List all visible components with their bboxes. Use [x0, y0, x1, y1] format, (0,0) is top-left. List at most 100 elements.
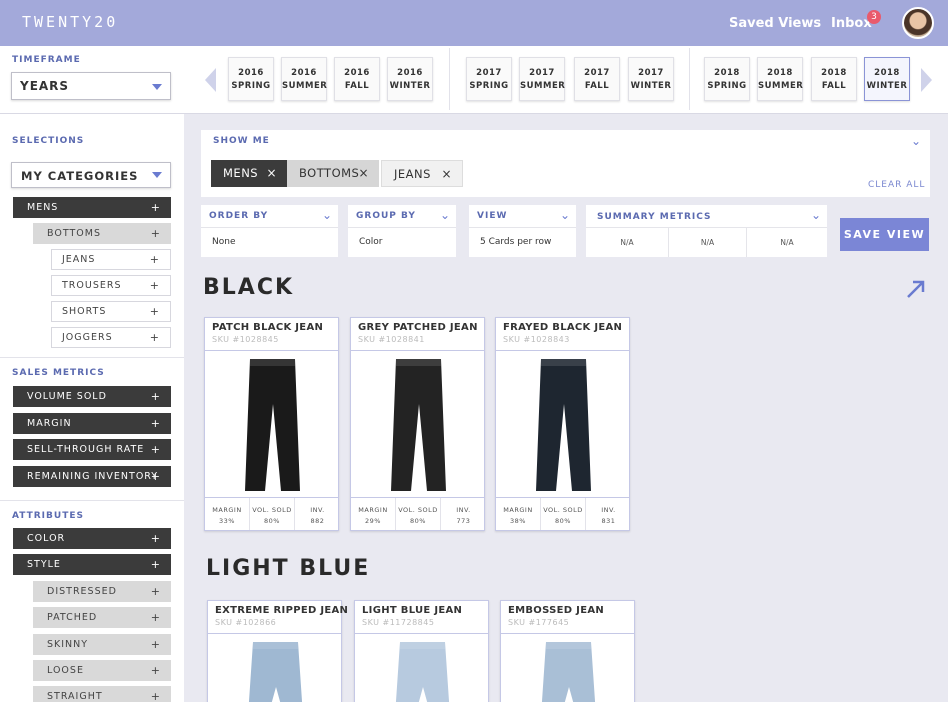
- style-straight[interactable]: STRAIGHT +: [33, 686, 171, 702]
- season-button[interactable]: 2017 FALL: [574, 57, 620, 101]
- timeframe-select-value: YEARS: [20, 79, 70, 93]
- season-button[interactable]: 2018 SUMMER: [757, 57, 803, 101]
- plus-icon[interactable]: +: [151, 466, 161, 487]
- expand-arrow-icon[interactable]: [905, 278, 927, 300]
- inbox-link[interactable]: Inbox: [831, 16, 872, 31]
- plus-icon[interactable]: +: [151, 439, 161, 460]
- tree-item-shorts[interactable]: SHORTS +: [51, 301, 171, 322]
- season-button[interactable]: 2018 SPRING: [704, 57, 750, 101]
- metric-margin[interactable]: MARGIN +: [13, 413, 171, 434]
- metric-volume-sold[interactable]: VOLUME SOLD +: [13, 386, 171, 407]
- plus-icon[interactable]: +: [151, 634, 161, 655]
- timeline-prev-arrow-icon[interactable]: [205, 68, 216, 92]
- tree-item-mens[interactable]: MENS +: [13, 197, 171, 218]
- categories-select[interactable]: MY CATEGORIES: [11, 162, 171, 188]
- product-metrics: MARGIN 38% VOL. SOLD 80% INV. 831: [496, 498, 629, 530]
- close-icon[interactable]: ×: [441, 161, 452, 188]
- plus-icon[interactable]: +: [150, 250, 160, 269]
- plus-icon[interactable]: +: [151, 554, 161, 575]
- style-label: SKINNY: [47, 639, 89, 650]
- view-label: VIEW: [477, 211, 508, 221]
- clear-all-link[interactable]: CLEAR ALL: [868, 180, 925, 190]
- metric-remaining-inventory[interactable]: REMAINING INVENTORY +: [13, 466, 171, 487]
- product-name: PATCH BLACK JEAN: [212, 322, 324, 333]
- dropdown-divider: [469, 227, 576, 228]
- season-year: 2017: [584, 68, 610, 78]
- plus-icon[interactable]: +: [151, 528, 161, 549]
- product-card[interactable]: EXTREME RIPPED JEAN SKU #102866: [207, 600, 348, 702]
- season-button[interactable]: 2017 SUMMER: [519, 57, 565, 101]
- plus-icon[interactable]: +: [151, 581, 161, 602]
- style-distressed[interactable]: DISTRESSED +: [33, 581, 171, 602]
- plus-icon[interactable]: +: [151, 197, 161, 218]
- plus-icon[interactable]: +: [150, 328, 160, 347]
- plus-icon[interactable]: +: [151, 686, 161, 702]
- view-dropdown[interactable]: VIEW ⌄ 5 Cards per row: [469, 205, 576, 257]
- style-skinny[interactable]: SKINNY +: [33, 634, 171, 655]
- timeframe-select[interactable]: YEARS: [11, 72, 171, 100]
- timeline-next-arrow-icon[interactable]: [921, 68, 932, 92]
- product-card[interactable]: GREY PATCHED JEAN SKU #1028841 MARGIN 29% VO…: [350, 317, 485, 531]
- style-patched[interactable]: PATCHED +: [33, 607, 171, 628]
- season-button[interactable]: 2018 WINTER: [864, 57, 910, 101]
- summary-metrics-dropdown[interactable]: SUMMARY METRICS ⌄ N/A N/A N/A: [586, 205, 827, 257]
- metric-sell-through-rate[interactable]: SELL-THROUGH RATE +: [13, 439, 171, 460]
- app-logo[interactable]: TWENTY20: [22, 13, 118, 31]
- season-button[interactable]: 2016 WINTER: [387, 57, 433, 101]
- product-image-frame: [208, 633, 341, 702]
- plus-icon[interactable]: +: [151, 607, 161, 628]
- metric-cell-value: 38%: [510, 517, 526, 525]
- tree-item-label: BOTTOMS: [47, 228, 101, 239]
- chevron-down-icon[interactable]: ⌄: [911, 134, 921, 148]
- metric-cell-inv: INV. 773: [441, 498, 486, 530]
- season-year: 2018: [767, 68, 793, 78]
- tree-item-label: SHORTS: [62, 306, 107, 317]
- chip-label: BOTTOMS: [299, 166, 360, 180]
- plus-icon[interactable]: +: [150, 276, 160, 295]
- product-card[interactable]: FRAYED BLACK JEAN SKU #1028843 MARGIN 38% VO…: [495, 317, 630, 531]
- close-icon[interactable]: ×: [266, 160, 277, 187]
- saved-views-link[interactable]: Saved Views: [729, 16, 821, 31]
- close-icon[interactable]: ×: [358, 160, 369, 187]
- user-avatar[interactable]: [902, 7, 934, 39]
- plus-icon[interactable]: +: [150, 302, 160, 321]
- order-by-dropdown[interactable]: ORDER BY ⌄ None: [201, 205, 338, 257]
- metric-cell-inv: INV. 882: [295, 498, 340, 530]
- season-name: FALL: [821, 81, 847, 91]
- attribute-color[interactable]: COLOR +: [13, 528, 171, 549]
- attribute-style[interactable]: STYLE +: [13, 554, 171, 575]
- plus-icon[interactable]: +: [151, 386, 161, 407]
- product-image: [395, 642, 450, 702]
- season-name: SUMMER: [758, 81, 804, 91]
- tree-item-bottoms[interactable]: BOTTOMS +: [33, 223, 171, 244]
- inbox-count-badge: 3: [867, 10, 881, 24]
- save-view-button[interactable]: SAVE VIEW: [840, 218, 929, 251]
- tree-item-jeans[interactable]: JEANS +: [51, 249, 171, 270]
- product-card[interactable]: PATCH BLACK JEAN SKU #1028845 MARGIN 33% VOL…: [204, 317, 339, 531]
- tree-item-trousers[interactable]: TROUSERS +: [51, 275, 171, 296]
- chevron-down-icon: ⌄: [321, 208, 332, 222]
- product-card[interactable]: EMBOSSED JEAN SKU #177645: [500, 600, 635, 702]
- season-button[interactable]: 2016 FALL: [334, 57, 380, 101]
- tree-item-joggers[interactable]: JOGGERS +: [51, 327, 171, 348]
- metric-cell-label: MARGIN: [503, 506, 533, 514]
- metric-cell-margin: MARGIN 33%: [205, 498, 250, 530]
- season-button[interactable]: 2016 SUMMER: [281, 57, 327, 101]
- season-button[interactable]: 2018 FALL: [811, 57, 857, 101]
- season-button[interactable]: 2017 SPRING: [466, 57, 512, 101]
- season-year: 2018: [874, 68, 900, 78]
- season-name: SPRING: [707, 81, 747, 91]
- season-year: 2016: [238, 68, 264, 78]
- plus-icon[interactable]: +: [151, 413, 161, 434]
- metric-cell-value: 773: [456, 517, 471, 525]
- plus-icon[interactable]: +: [151, 223, 161, 244]
- season-button[interactable]: 2017 WINTER: [628, 57, 674, 101]
- product-card[interactable]: LIGHT BLUE JEAN SKU #11728845: [354, 600, 489, 702]
- style-loose[interactable]: LOOSE +: [33, 660, 171, 681]
- plus-icon[interactable]: +: [151, 660, 161, 681]
- product-sku: SKU #177645: [508, 618, 570, 627]
- season-button[interactable]: 2016 SPRING: [228, 57, 274, 101]
- summary-metric-value: N/A: [780, 238, 794, 247]
- categories-select-value: MY CATEGORIES: [21, 169, 139, 183]
- group-by-dropdown[interactable]: GROUP BY ⌄ Color: [348, 205, 456, 257]
